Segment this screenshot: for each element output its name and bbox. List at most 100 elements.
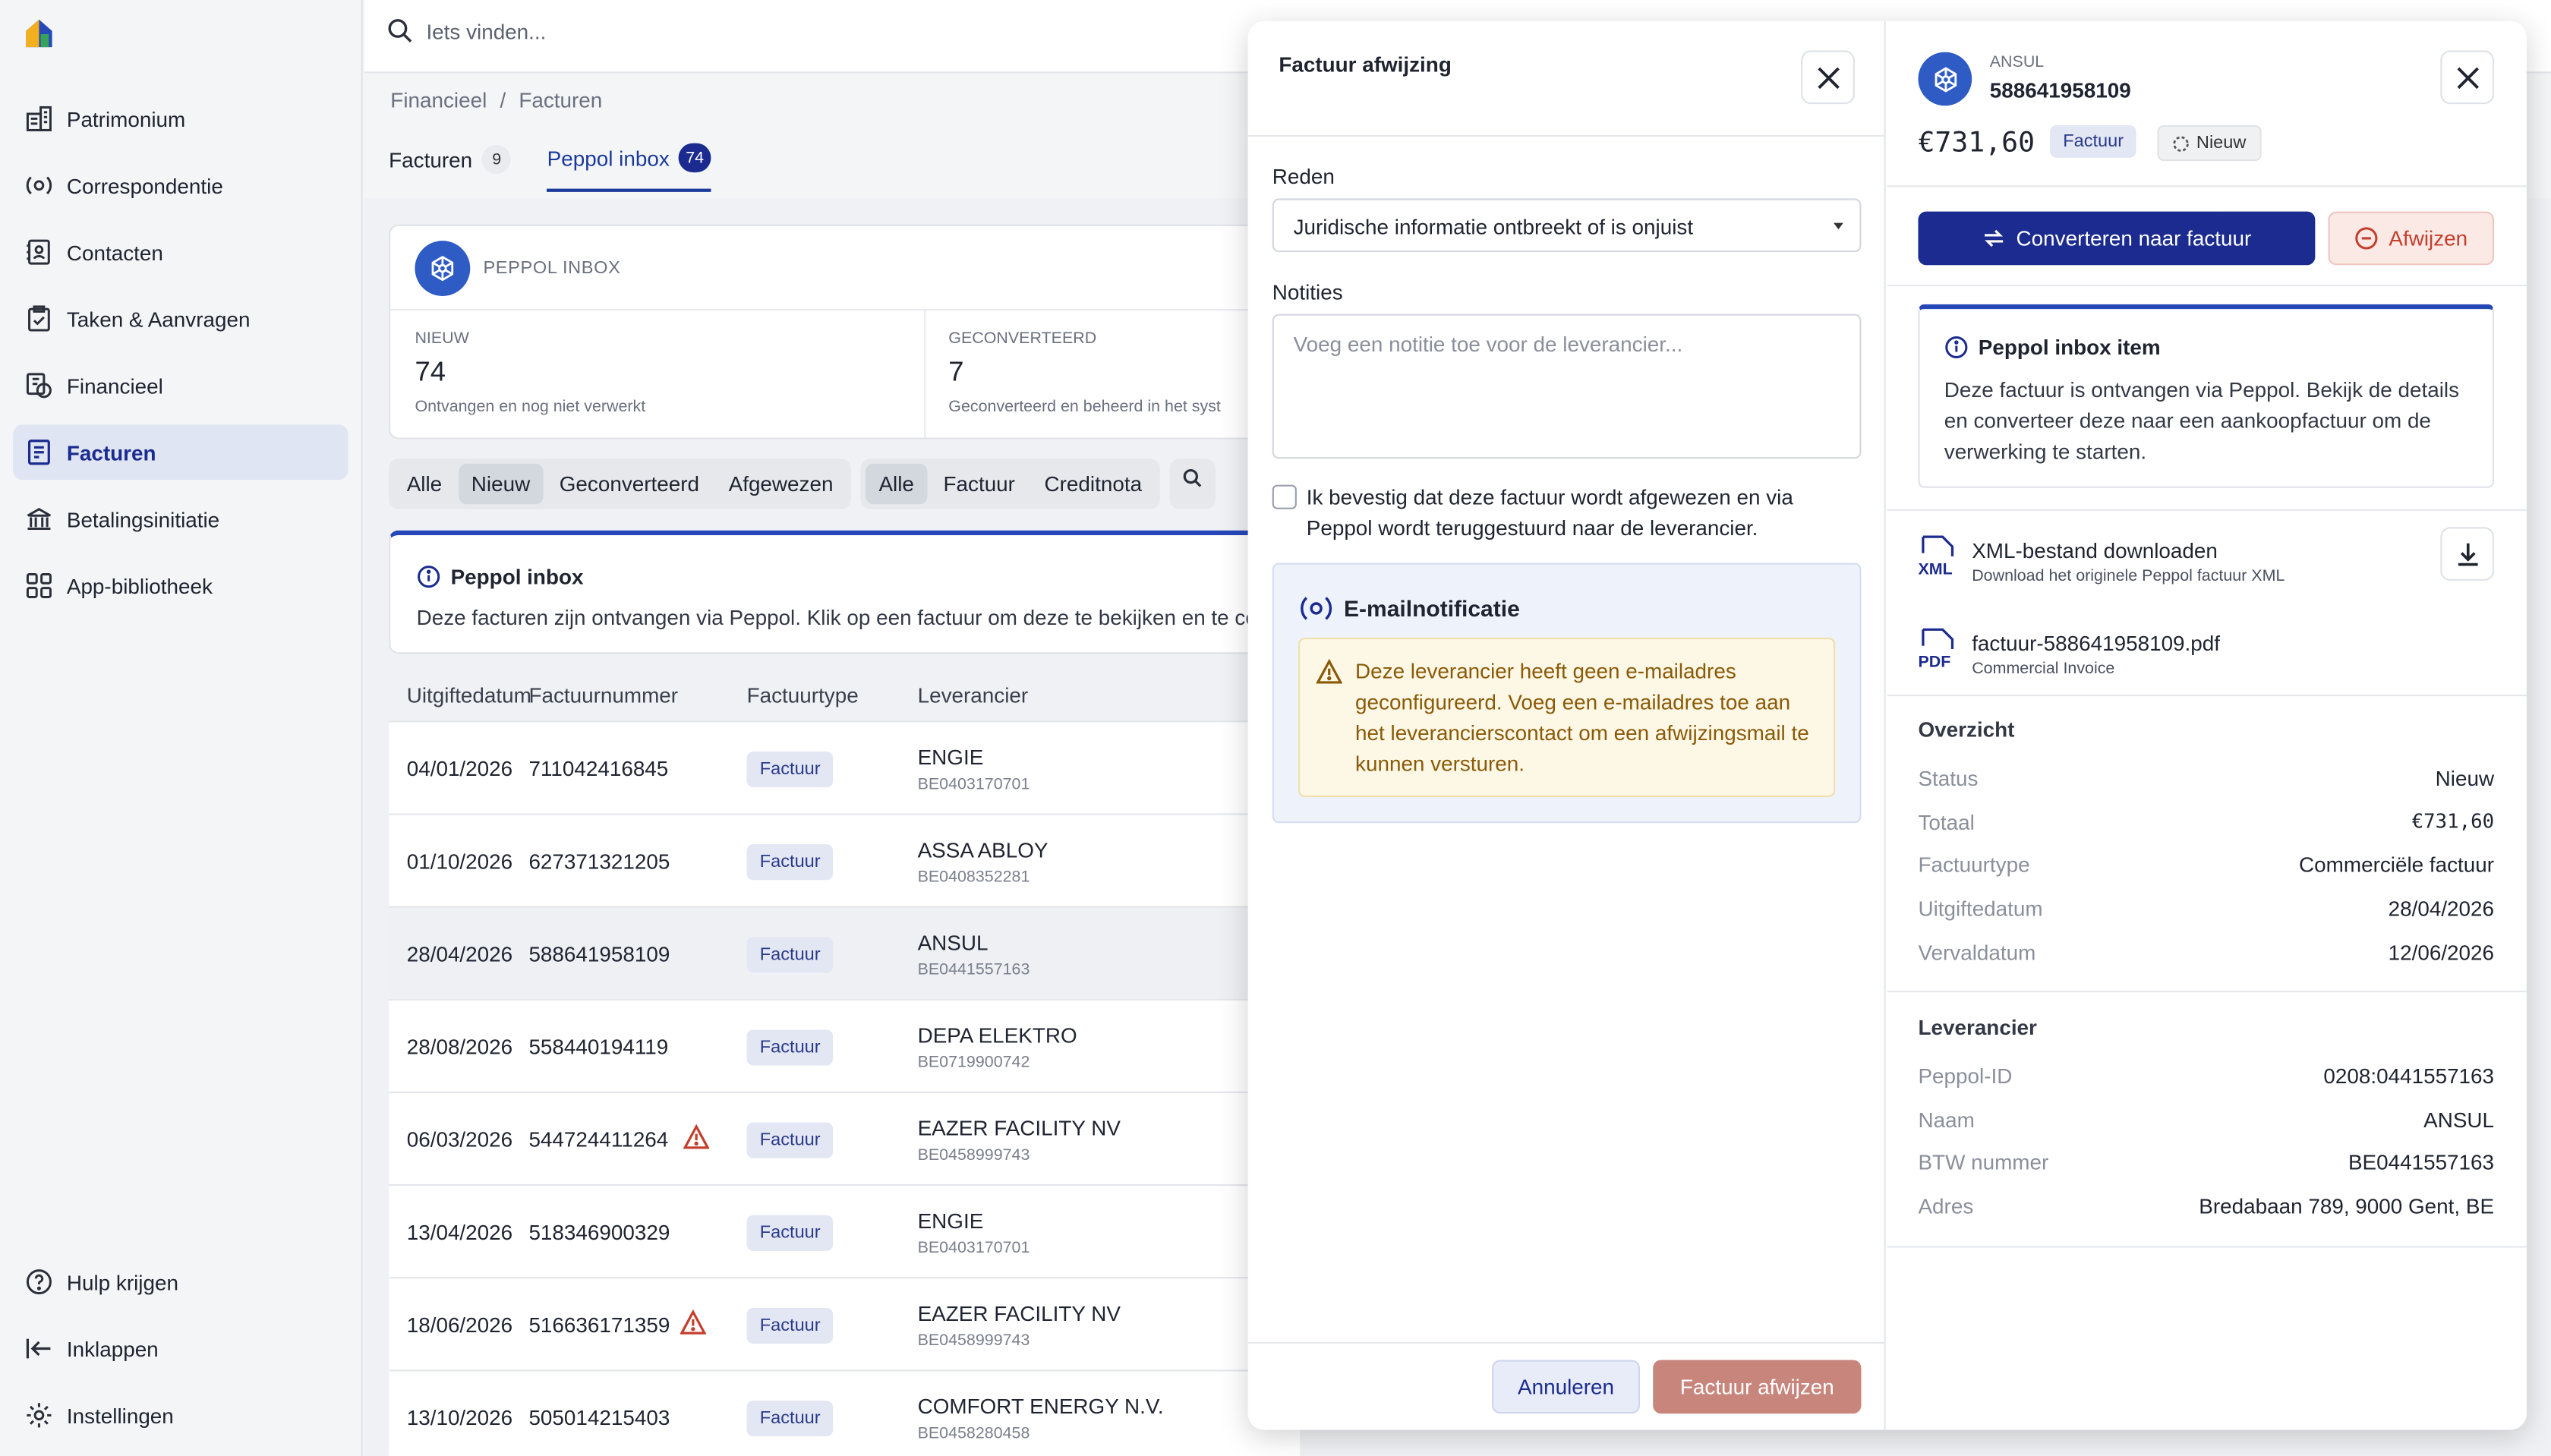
bank-icon (23, 503, 55, 535)
reason-value: Juridische informatie ontbreekt of is on… (1293, 214, 1694, 240)
supplier-name: ENGIE (917, 745, 984, 770)
detail-supplier: ANSUL (1989, 53, 2045, 72)
type-badge: Factuur (746, 1307, 834, 1344)
sidebar-item-patrimonium[interactable]: Patrimonium (13, 91, 348, 147)
sidebar-item-app-bibliotheek[interactable]: App-bibliotheek (13, 558, 348, 613)
sidebar-item-facturen[interactable]: Facturen (13, 424, 348, 481)
peppol-logo-icon (415, 240, 471, 295)
tab-peppol-inbox[interactable]: Peppol inbox 74 (547, 143, 711, 192)
filter-geconverteerd[interactable]: Geconverteerd (547, 464, 713, 505)
cell-supplier: ANSUL BE0441557163 (918, 931, 1030, 979)
reject-close-button[interactable] (1801, 50, 1855, 105)
supplier-name: ANSUL (917, 930, 989, 955)
kv-key: Adres (1918, 1193, 1974, 1219)
sidebar-item-contacten[interactable]: Contacten (13, 225, 348, 280)
sidebar-item-collapse[interactable]: Inklappen (13, 1321, 348, 1376)
overview-issue-date: Uitgiftedatum 28/04/2026 (1918, 897, 2494, 921)
cancel-button[interactable]: Annuleren (1492, 1360, 1641, 1414)
stat-divider (924, 310, 926, 438)
confirm-text: Ik bevestig dat deze factuur wordt afgew… (1306, 484, 1793, 540)
status-filter: Alle Nieuw Geconverteerd Afgewezen (389, 459, 852, 509)
supplier-vat: BE0403170701 (917, 1239, 1030, 1258)
table-row-selected[interactable]: 28/04/2026 588641958109 Factuur ANSUL BE0… (389, 906, 1301, 999)
supplier-vat: BE0441557163 (917, 961, 1030, 980)
clipboard-check-icon (23, 303, 55, 336)
convert-button[interactable]: Converteren naar factuur (1918, 211, 2316, 266)
kv-key: Factuurtype (1918, 852, 2030, 878)
kv-value: Nieuw (2435, 766, 2495, 791)
filter-type-factuur[interactable]: Factuur (930, 464, 1028, 505)
kv-value: ANSUL (2423, 1108, 2495, 1133)
email-title-text: E-mailnotificatie (1344, 595, 1520, 622)
divider (1887, 509, 2527, 511)
search-input[interactable]: Iets vinden... (387, 18, 546, 44)
stats-header: PEPPOL INBOX (390, 226, 1299, 311)
breadcrumb: Financieel / Facturen (390, 88, 602, 112)
invoice-modal: Factuur afwijzing Reden Juridische infor… (1247, 20, 2527, 1430)
supplier-name: DEPA ELEKTRO (917, 1023, 1077, 1048)
tab-facturen[interactable]: Facturen 9 (389, 143, 512, 192)
col-factuurnummer[interactable]: Factuurnummer (528, 683, 678, 708)
cell-date: 01/10/2026 (406, 849, 513, 874)
type-badge: Factuur (746, 752, 834, 788)
kv-key: BTW nummer (1918, 1150, 2049, 1175)
search-icon (1183, 468, 1202, 487)
xml-download-row[interactable]: XML XML-bestand downloaden Download het … (1918, 527, 2495, 600)
stats-title: PEPPOL INBOX (483, 257, 621, 278)
stat-label: GECONVERTEERD (948, 330, 1097, 348)
table-row[interactable]: 04/01/2026 711042416845 Factuur ENGIE BE0… (389, 720, 1301, 814)
col-uitgiftedatum[interactable]: Uitgiftedatum (407, 683, 531, 708)
peppol-item-card: Peppol inbox item Deze factuur is ontvan… (1918, 304, 2495, 488)
pdf-file-name: factuur-588641958109.pdf (1972, 631, 2221, 656)
sidebar-item-label: Contacten (66, 240, 163, 265)
filter-type-creditnota[interactable]: Creditnota (1031, 464, 1155, 505)
submit-reject-button[interactable]: Factuur afwijzen (1653, 1360, 1862, 1414)
table-row[interactable]: 01/10/2026 627371321205 Factuur ASSA ABL… (389, 813, 1301, 906)
email-warning: Deze leverancier heeft geen e-mailadres … (1298, 638, 1836, 798)
type-badge: Factuur (746, 1122, 834, 1158)
reject-button[interactable]: Afwijzen (2328, 211, 2495, 266)
sidebar-item-betalingsinitiatie[interactable]: Betalingsinitiatie (13, 491, 348, 547)
app-logo-icon[interactable] (21, 14, 57, 50)
xml-file-name: XML-bestand downloaden (1972, 538, 2218, 563)
caret-down-icon (1834, 222, 1843, 230)
filter-nieuw[interactable]: Nieuw (458, 463, 544, 505)
supplier-vat: BTW nummer BE0441557163 (1918, 1150, 2494, 1174)
confirm-checkbox[interactable] (1272, 484, 1297, 509)
breadcrumb-financieel[interactable]: Financieel (390, 88, 487, 112)
table-row[interactable]: 28/08/2026 558440194119 Factuur DEPA ELE… (389, 998, 1301, 1092)
col-leverancier[interactable]: Leverancier (918, 683, 1029, 708)
pdf-file-row[interactable]: PDF factuur-588641958109.pdf Commercial … (1918, 628, 2494, 693)
filter-afgewezen[interactable]: Afgewezen (715, 464, 846, 505)
xml-file-sub: Download het originele Peppol factuur XM… (1972, 567, 2285, 586)
type-badge: Factuur (746, 1029, 834, 1066)
stat-value: 74 (415, 356, 446, 388)
filter-alle[interactable]: Alle (394, 464, 456, 505)
notes-textarea[interactable]: Voeg een notitie toe voor de leverancier… (1272, 314, 1862, 459)
filter-search-button[interactable] (1169, 459, 1216, 509)
sidebar-item-correspondentie[interactable]: Correspondentie (13, 158, 348, 213)
sidebar-item-label: Inklappen (66, 1336, 159, 1361)
table-row[interactable]: 13/04/2026 518346900329 Factuur ENGIE BE0… (389, 1184, 1301, 1278)
table-row[interactable]: 13/10/2026 505014215403 Factuur COMFORT … (389, 1369, 1301, 1456)
cell-date: 06/03/2026 (406, 1127, 513, 1152)
filter-type-alle[interactable]: Alle (866, 463, 928, 505)
sidebar-item-settings[interactable]: Instellingen (13, 1388, 348, 1443)
email-title: E-mailnotificatie (1298, 591, 1520, 626)
download-button[interactable] (2440, 527, 2495, 581)
reason-select[interactable]: Juridische informatie ontbreekt of is on… (1272, 198, 1862, 253)
sidebar-item-taken[interactable]: Taken & Aanvragen (13, 292, 348, 347)
peppol-item-title: Peppol inbox item (1944, 335, 2161, 360)
col-factuurtype[interactable]: Factuurtype (747, 683, 859, 708)
supplier-vat: BE0458999743 (917, 1332, 1030, 1350)
table-row[interactable]: 18/06/2026 516636171359 Factuur EAZER FA… (389, 1277, 1301, 1370)
table-row[interactable]: 06/03/2026 544724411264 Factuur EAZER FA… (389, 1091, 1301, 1185)
sidebar-item-help[interactable]: Hulp krijgen (13, 1254, 348, 1309)
detail-close-button[interactable] (2440, 50, 2495, 105)
sidebar-item-label: Hulp krijgen (66, 1269, 178, 1294)
breadcrumb-facturen[interactable]: Facturen (519, 88, 602, 112)
kv-value: 28/04/2026 (2388, 896, 2495, 921)
tabs: Facturen 9 Peppol inbox 74 (389, 143, 711, 192)
sidebar-item-financieel[interactable]: Financieel (13, 358, 348, 413)
confirm-checkbox-row[interactable]: Ik bevestig dat deze factuur wordt afgew… (1272, 481, 1862, 543)
